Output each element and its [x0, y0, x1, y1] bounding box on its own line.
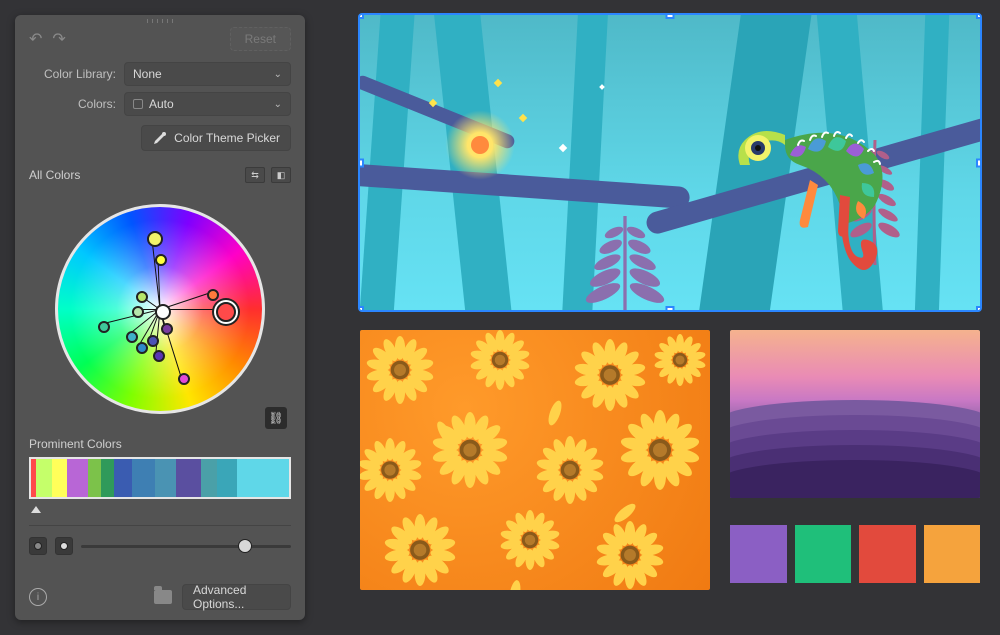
prominent-marker-track[interactable] — [29, 501, 291, 513]
color-wheel-node[interactable] — [161, 323, 173, 335]
color-library-select[interactable]: None ⌄ — [124, 62, 291, 86]
selection-handle[interactable] — [976, 15, 980, 19]
color-wheel-node[interactable] — [155, 304, 171, 320]
sort-by-hue-button[interactable]: ⇆ — [245, 167, 265, 183]
prominent-swatch[interactable] — [67, 459, 88, 497]
prominent-swatch[interactable] — [155, 459, 176, 497]
document-canvas[interactable] — [320, 15, 985, 620]
brightness-mode-toggle[interactable] — [29, 537, 47, 555]
slider-knob[interactable] — [238, 539, 252, 553]
save-to-library-icon[interactable] — [154, 590, 172, 604]
chevron-down-icon: ⌄ — [274, 99, 282, 110]
reset-button[interactable]: Reset — [230, 27, 291, 51]
selection-handle[interactable] — [360, 306, 364, 310]
selection-handle[interactable] — [360, 158, 364, 167]
info-icon[interactable]: i — [29, 588, 47, 606]
prominent-swatch[interactable] — [237, 459, 289, 497]
prominent-swatch[interactable] — [114, 459, 132, 497]
adjust-slider[interactable] — [81, 536, 291, 556]
flower-icon — [620, 410, 700, 490]
selection-handle[interactable] — [666, 15, 675, 19]
artwork-sunset[interactable] — [730, 330, 980, 498]
panel-grip[interactable] — [147, 19, 173, 23]
prominent-swatch[interactable] — [176, 459, 202, 497]
theme-picker-label: Color Theme Picker — [174, 131, 280, 145]
prominent-swatch[interactable] — [101, 459, 114, 497]
flower-icon — [536, 436, 604, 504]
link-harmony-toggle[interactable]: ⛓ — [265, 407, 287, 429]
palette-swatch[interactable] — [859, 525, 916, 583]
marker-caret-icon — [31, 506, 41, 513]
selection-handle[interactable] — [360, 15, 364, 19]
eyedropper-icon — [152, 130, 168, 146]
palette-swatch[interactable] — [924, 525, 981, 583]
artwork-chameleon[interactable] — [360, 15, 980, 310]
flower-icon — [470, 330, 530, 390]
saturation-mode-toggle[interactable] — [55, 537, 73, 555]
prominent-swatch[interactable] — [36, 459, 51, 497]
color-wheel-node[interactable] — [147, 231, 163, 247]
flower-icon — [596, 521, 664, 589]
chameleon-illustration — [690, 85, 910, 275]
color-wheel-node[interactable] — [136, 291, 148, 303]
selection-handle[interactable] — [976, 306, 980, 310]
artwork-flowers[interactable] — [360, 330, 710, 590]
undo-icon[interactable]: ↶ — [29, 29, 42, 49]
prominent-swatch[interactable] — [201, 459, 216, 497]
colors-select[interactable]: Auto ⌄ — [124, 92, 291, 116]
flower-icon — [366, 336, 434, 404]
all-colors-heading: All Colors — [29, 168, 80, 182]
recolor-panel: ↶ ↷ Reset Color Library: None ⌄ Colors: … — [15, 15, 305, 620]
selection-handle[interactable] — [666, 306, 675, 310]
redo-icon[interactable]: ↷ — [52, 29, 65, 49]
prominent-swatch[interactable] — [88, 459, 101, 497]
flower-icon — [654, 334, 706, 386]
flower-icon — [500, 510, 560, 570]
flower-icon — [384, 514, 456, 586]
color-wheel-node[interactable] — [207, 289, 219, 301]
prominent-swatch[interactable] — [217, 459, 238, 497]
prominent-colors-heading: Prominent Colors — [29, 437, 291, 451]
color-theme-picker-button[interactable]: Color Theme Picker — [141, 125, 291, 151]
prominent-color-strip[interactable] — [29, 457, 291, 499]
colors-label: Colors: — [29, 97, 124, 111]
chevron-down-icon: ⌄ — [274, 69, 282, 80]
color-wheel-node[interactable] — [153, 350, 165, 362]
flower-icon — [574, 339, 646, 411]
fern-icon — [570, 205, 680, 310]
selection-handle[interactable] — [976, 158, 980, 167]
palette-swatch[interactable] — [795, 525, 852, 583]
palette-swatch[interactable] — [730, 525, 787, 583]
swatch-icon — [133, 99, 143, 109]
divider — [29, 525, 291, 526]
colors-value: Auto — [149, 97, 174, 111]
flower-icon — [360, 438, 422, 502]
color-wheel-node[interactable] — [147, 335, 159, 347]
color-wheel-node[interactable] — [178, 373, 190, 385]
color-wheel-node[interactable] — [132, 306, 144, 318]
color-wheel-node[interactable] — [155, 254, 167, 266]
color-library-value: None — [133, 67, 162, 81]
prominent-swatch[interactable] — [52, 459, 67, 497]
sort-by-lightness-button[interactable]: ◧ — [271, 167, 291, 183]
color-wheel[interactable]: ⛓ — [15, 189, 305, 429]
color-wheel-node[interactable] — [126, 331, 138, 343]
color-wheel-node[interactable] — [98, 321, 110, 333]
color-wheel-node[interactable] — [216, 302, 236, 322]
color-palette-row — [730, 525, 980, 583]
advanced-options-button[interactable]: Advanced Options... — [182, 584, 291, 610]
color-library-label: Color Library: — [29, 67, 124, 81]
prominent-swatch[interactable] — [132, 459, 155, 497]
